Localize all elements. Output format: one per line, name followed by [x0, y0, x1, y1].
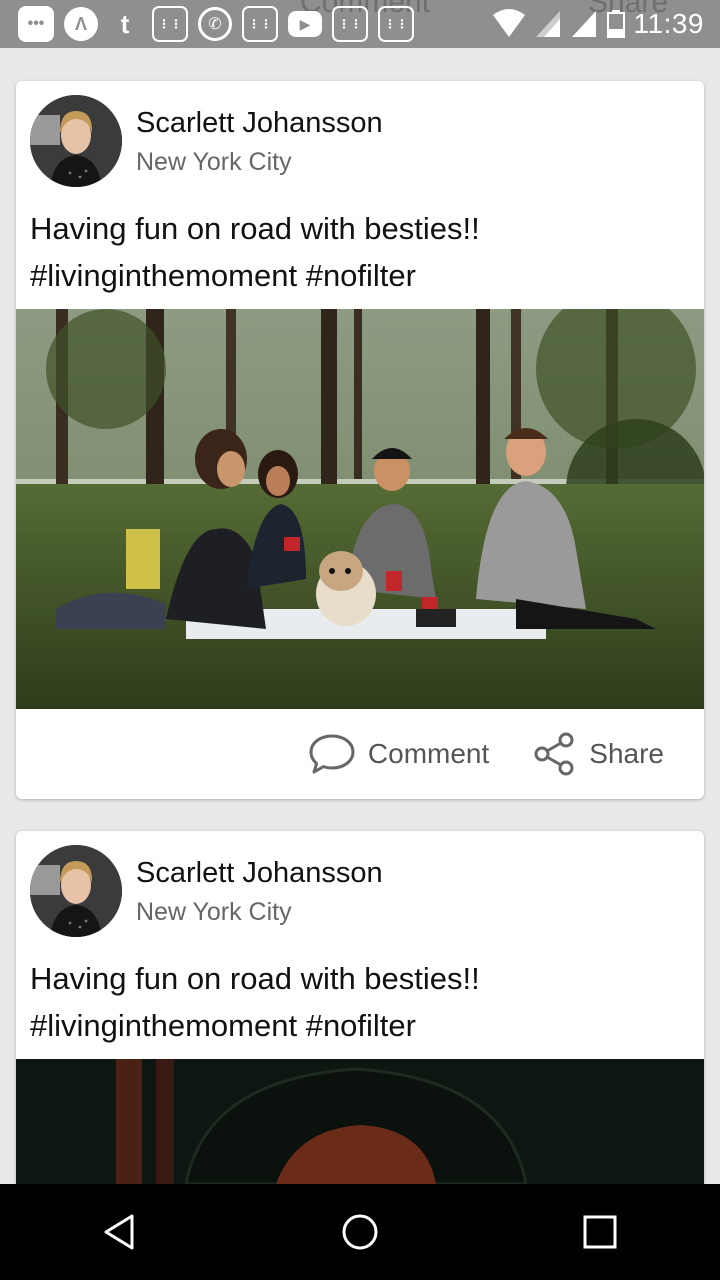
share-icon [534, 732, 574, 776]
signal-icon [571, 11, 596, 37]
chat-icon: ••• [18, 6, 54, 42]
post-card: Scarlett Johansson New York City Having … [16, 831, 704, 1184]
back-icon [104, 1214, 134, 1250]
whatsapp-icon: ✆ [198, 7, 232, 41]
post-text: Having fun on road with besties!! #livin… [30, 961, 480, 1043]
post-text: Having fun on road with besties!! #livin… [30, 211, 480, 293]
share-label: Share [589, 738, 664, 769]
calculator-icon: ⋮⋮ [152, 6, 188, 42]
author-name[interactable]: Scarlett Johansson [136, 105, 383, 141]
triangle-app-icon: Λ [64, 7, 98, 41]
calculator-icon: ⋮⋮ [332, 6, 368, 42]
calculator-icon: ⋮⋮ [242, 6, 278, 42]
comment-button[interactable]: Comment [308, 732, 489, 776]
avatar[interactable] [30, 95, 122, 187]
post-photo[interactable] [16, 309, 704, 709]
recents-icon [583, 1215, 617, 1249]
tumblr-icon: t [120, 8, 130, 39]
clock: 11:39 [633, 8, 704, 39]
comment-label: Comment [367, 738, 490, 769]
home-icon [342, 1214, 378, 1250]
back-button[interactable] [80, 1192, 160, 1272]
post-header: Scarlett Johansson New York City [30, 845, 383, 937]
comment-icon [309, 734, 355, 774]
share-button[interactable]: Share [533, 732, 664, 776]
youtube-icon: ▶ [288, 11, 322, 37]
author-location: New York City [136, 148, 292, 176]
navigation-bar [0, 1184, 720, 1280]
avatar[interactable] [30, 845, 122, 937]
home-button[interactable] [320, 1192, 400, 1272]
battery-icon [606, 10, 625, 38]
calculator-icon: ⋮⋮ [378, 6, 414, 42]
post-actions: Comment Share [16, 709, 704, 799]
status-bar: Comment Share ••• Λ t ⋮⋮ ✆ ⋮⋮ ▶ ⋮⋮ ⋮⋮ 11… [0, 0, 720, 48]
recents-button[interactable] [560, 1192, 640, 1272]
post-card: Scarlett Johansson New York City Having … [16, 81, 704, 799]
post-photo[interactable] [16, 1059, 704, 1184]
author-name[interactable]: Scarlett Johansson [136, 855, 383, 891]
wifi-icon [492, 9, 525, 37]
author-location: New York City [136, 898, 292, 926]
post-header: Scarlett Johansson New York City [30, 95, 383, 187]
signal-icon [535, 11, 560, 37]
